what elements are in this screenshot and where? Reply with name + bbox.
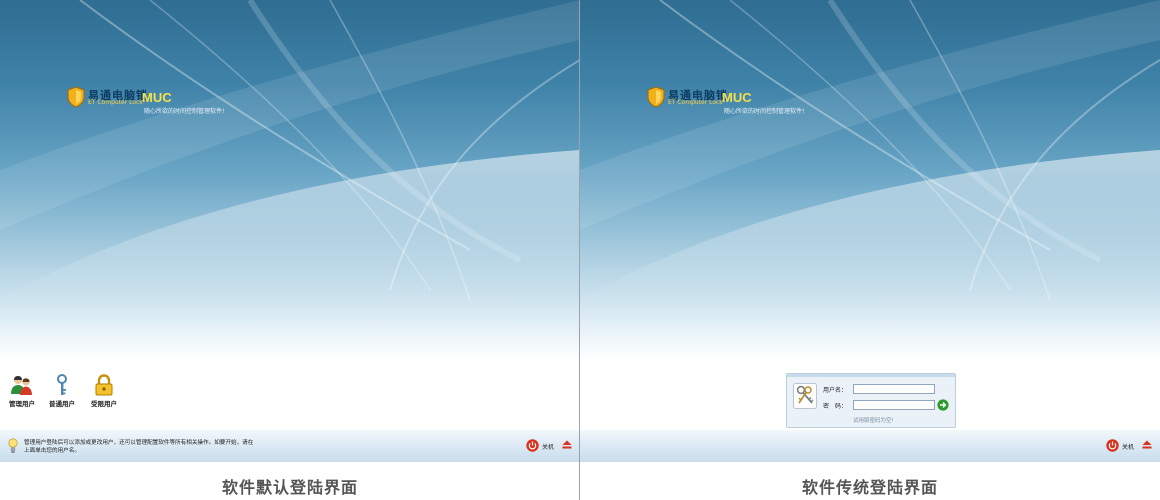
shutdown-label: 关机 [1122,444,1135,451]
power-icon [526,439,539,452]
login-submit-button[interactable] [937,399,949,411]
username-label: 用户名： [823,387,848,394]
bottom-bar: 管理用户登陆后可以添加或更改用户，还可以管理配置软件等所有相关操作。如要开始，请… [0,430,580,462]
keys-icon [793,383,817,409]
user-admin-label: 管理用户 [9,400,35,408]
password-label: 密 码： [823,403,848,410]
traditional-login-panel: 易通电脑锁 ET Computer Lock MUC 随心所欲的时间控制管理软件… [580,0,1160,500]
lightbulb-icon [8,438,18,453]
login-box: 用户名： 密 码： 试用版密码为空! [786,373,956,428]
user-restricted[interactable]: 受限用户 [86,374,122,408]
panel-caption: 软件默认登陆界面 [221,478,358,497]
user-restricted-label: 受限用户 [91,400,117,408]
shield-icon [67,86,85,108]
admin-users-icon [11,376,32,395]
lock-icon [95,374,113,396]
login-screen-background: 易通电脑锁 ET Computer Lock MUC 随心所欲的时间控制管理软件… [0,0,580,462]
user-normal[interactable]: 普通用户 [44,374,80,408]
shutdown-button[interactable]: 关机 [1106,439,1140,453]
login-hint: 管理用户登陆后可以添加或更改用户，还可以管理配置软件等所有相关操作。如要开始，请… [24,440,254,454]
brand-subtitle: ET Computer Lock [88,99,143,106]
login-note: 试用版密码为空! [853,418,894,424]
bottom-bar: 关机 [580,430,1160,462]
arrow-right-icon [937,399,949,411]
shutdown-label: 关机 [542,444,555,451]
username-input[interactable] [853,384,935,394]
shield-icon [647,86,665,108]
user-admin[interactable]: 管理用户 [4,374,40,408]
panel-caption: 软件传统登陆界面 [801,478,938,497]
brand-logo: 易通电脑锁 ET Computer Lock MUC 随心所欲的时间控制管理软件… [66,84,266,124]
brand-product: MUC [142,90,172,105]
default-login-panel: 易通电脑锁 ET Computer Lock MUC 随心所欲的时间控制管理软件… [0,0,580,500]
key-icon [57,374,67,395]
login-box-header [787,374,955,377]
brand-slogan: 随心所欲的时间控制管理软件! [724,108,805,115]
brand-product: MUC [722,90,752,105]
user-normal-label: 普通用户 [49,400,75,408]
eject-icon[interactable] [562,440,572,449]
password-input[interactable] [853,400,935,410]
power-icon [1106,439,1119,452]
brand-subtitle: ET Computer Lock [668,99,723,106]
eject-icon[interactable] [1142,440,1152,449]
brand-slogan: 随心所欲的时间控制管理软件! [144,108,225,115]
brand-logo: 易通电脑锁 ET Computer Lock MUC 随心所欲的时间控制管理软件… [646,84,846,124]
login-screen-background: 易通电脑锁 ET Computer Lock MUC 随心所欲的时间控制管理软件… [580,0,1160,462]
shutdown-button[interactable]: 关机 [526,439,560,453]
